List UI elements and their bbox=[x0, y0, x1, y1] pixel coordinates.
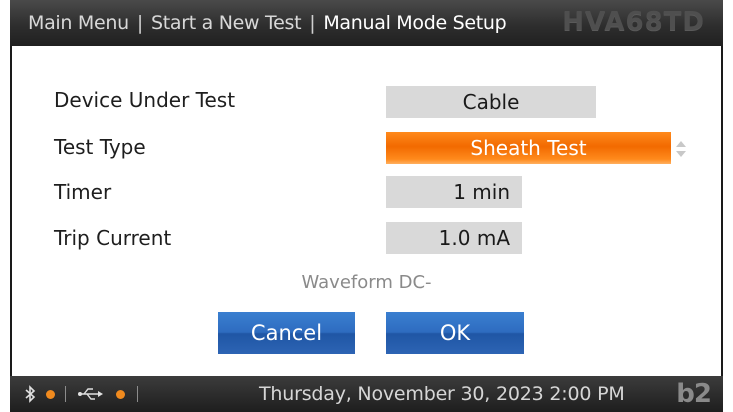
breadcrumb-main-menu[interactable]: Main Menu bbox=[28, 12, 129, 34]
device-screen: Main Menu | Start a New Test | Manual Mo… bbox=[0, 0, 733, 412]
status-bar: Thursday, November 30, 2023 2:00 PM b2 bbox=[10, 376, 723, 412]
ok-button[interactable]: OK bbox=[386, 312, 524, 354]
trip-current-label: Trip Current bbox=[54, 226, 172, 250]
breadcrumb-separator: | bbox=[136, 12, 143, 34]
device-under-test-field[interactable]: Cable bbox=[386, 86, 596, 118]
status-divider bbox=[137, 386, 138, 402]
up-down-arrows-icon[interactable] bbox=[674, 138, 688, 160]
page-title: Manual Mode Setup bbox=[323, 12, 507, 34]
timer-label: Timer bbox=[54, 180, 112, 204]
status-divider bbox=[65, 386, 66, 402]
trip-current-field[interactable]: 1.0 mA bbox=[386, 222, 522, 254]
usb-status-dot bbox=[116, 389, 125, 399]
device-under-test-label: Device Under Test bbox=[54, 88, 236, 112]
breadcrumb-start-new-test[interactable]: Start a New Test bbox=[151, 12, 302, 34]
date-time: Thursday, November 30, 2023 2:00 PM bbox=[259, 383, 625, 405]
status-icons bbox=[24, 376, 138, 412]
bluetooth-icon bbox=[25, 385, 36, 403]
test-type-select[interactable]: Sheath Test bbox=[386, 132, 671, 164]
bluetooth-status-dot bbox=[46, 389, 55, 399]
model-name: HVA68TD bbox=[562, 7, 705, 37]
usb-icon bbox=[78, 388, 103, 400]
waveform-info: Waveform DC- bbox=[301, 272, 432, 293]
breadcrumb-separator: | bbox=[309, 12, 316, 34]
timer-field[interactable]: 1 min bbox=[386, 176, 522, 208]
title-bar: Main Menu | Start a New Test | Manual Mo… bbox=[10, 0, 723, 46]
test-type-label: Test Type bbox=[54, 135, 146, 159]
brand-logo: b2 bbox=[676, 379, 712, 409]
cancel-button[interactable]: Cancel bbox=[218, 312, 355, 354]
